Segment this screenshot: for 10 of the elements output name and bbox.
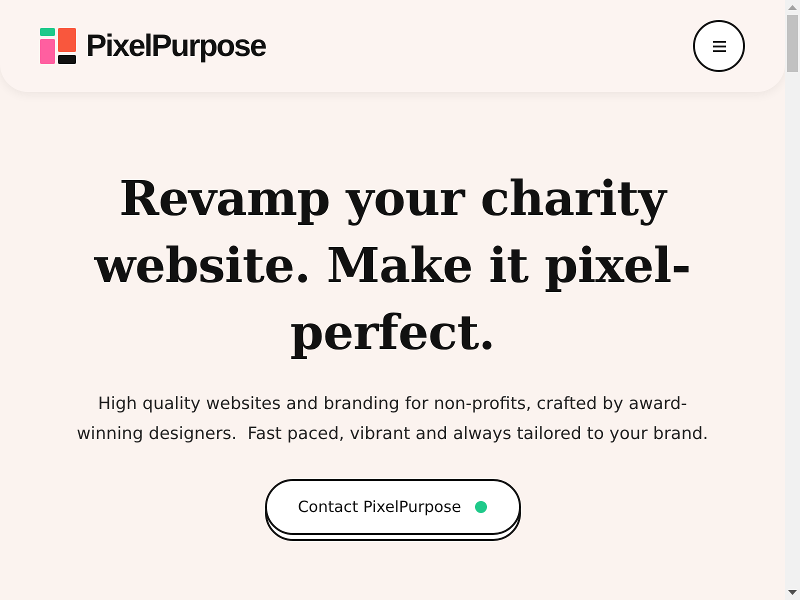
menu-button[interactable]	[693, 20, 745, 72]
hero-description: High quality websites and branding for non-profits, crafted by award-winning designers. Fast paced, vibrant and always tailored to your brand.	[76, 393, 710, 446]
scrollbar-thumb[interactable]	[787, 15, 798, 72]
scrollbar[interactable]	[785, 0, 800, 600]
logo-tiles-icon[interactable]	[40, 28, 76, 64]
menu-icon	[712, 40, 726, 52]
logo-wordmark[interactable]: PixelPurpose	[86, 28, 266, 64]
status-dot-icon	[475, 501, 488, 513]
hero-heading: Revamp your charity website. Make it pixel-perfect.	[93, 170, 692, 363]
scroll-down-icon[interactable]	[788, 590, 797, 595]
